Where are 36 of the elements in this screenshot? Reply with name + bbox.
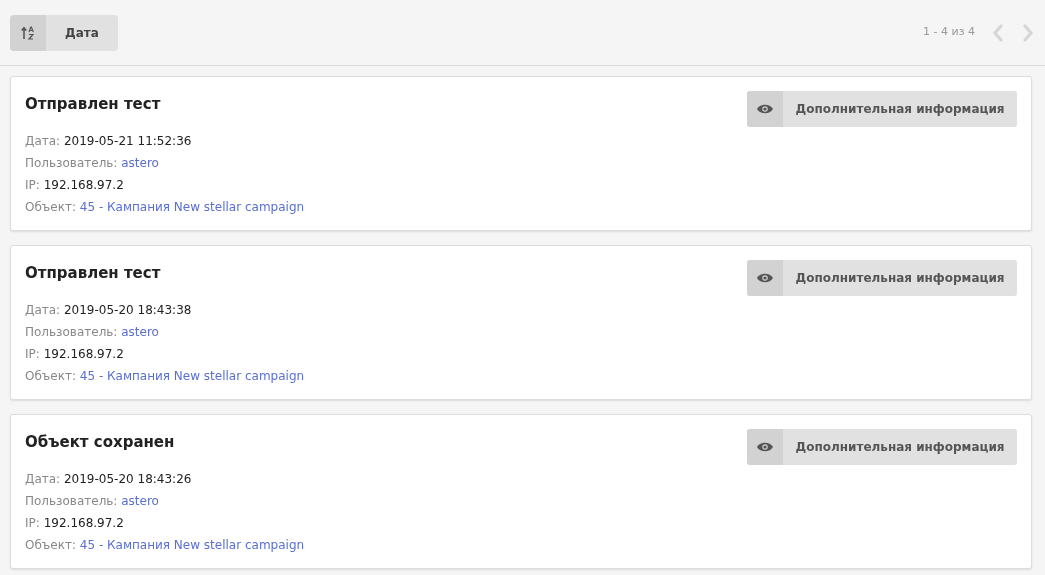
more-info-button[interactable]: Дополнительная информация [747, 429, 1017, 465]
event-title: Объект сохранен [25, 432, 176, 453]
field-value: 2019-05-20 18:43:26 [63, 471, 192, 486]
field-value: 192.168.97.2 [43, 346, 124, 361]
field-label: Пользователь: [25, 493, 118, 508]
field-label: Объект: [25, 368, 76, 383]
field-link[interactable]: astero [121, 155, 159, 170]
eye-icon [757, 273, 773, 283]
more-info-button[interactable]: Дополнительная информация [747, 260, 1017, 296]
field-link[interactable]: 45 - Кампания New stellar campaign [79, 537, 305, 552]
field-link[interactable]: 45 - Кампания New stellar campaign [79, 199, 305, 214]
sort-icon [21, 25, 35, 40]
field-link[interactable]: astero [121, 493, 159, 508]
pagination-range: 1 - 4 из 4 [923, 24, 975, 41]
event-title: Отправлен тест [25, 94, 162, 115]
field-label: Дата: [25, 302, 61, 317]
field-label: Объект: [25, 537, 76, 552]
field-label: Дата: [25, 471, 61, 486]
field-link[interactable]: 45 - Кампания New stellar campaign [79, 368, 305, 383]
field-label: IP: [25, 177, 40, 192]
field-label: Дата: [25, 133, 61, 148]
field-value: 192.168.97.2 [43, 515, 124, 530]
field-link[interactable]: astero [121, 324, 159, 339]
field-label: Пользователь: [25, 324, 118, 339]
more-info-button[interactable]: Дополнительная информация [747, 91, 1017, 127]
field-label: Объект: [25, 199, 76, 214]
sort-button[interactable]: Дата [10, 14, 118, 51]
eye-icon [757, 104, 773, 114]
field-label: IP: [25, 346, 40, 361]
eye-icon [757, 442, 773, 452]
event-title: Отправлен тест [25, 263, 162, 284]
field-value: 2019-05-21 11:52:36 [63, 133, 192, 148]
field-value: 2019-05-20 18:43:38 [63, 302, 192, 317]
field-label: IP: [25, 515, 40, 530]
field-value: 192.168.97.2 [43, 177, 124, 192]
field-label: Пользователь: [25, 155, 118, 170]
